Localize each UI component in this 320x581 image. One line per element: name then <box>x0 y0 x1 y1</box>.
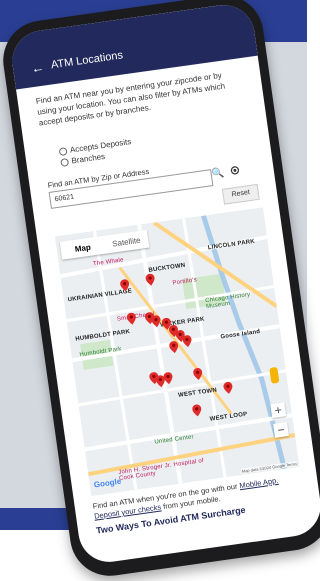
radio-icon[interactable] <box>58 146 68 156</box>
atm-pin-icon[interactable] <box>163 372 174 385</box>
filter-label: Branches <box>70 151 106 166</box>
atm-pin-icon[interactable] <box>151 315 162 328</box>
map-view[interactable]: Map Satellite The Whale BUCKTOWN LINCOLN… <box>54 207 300 497</box>
atm-pin-icon[interactable] <box>169 340 180 354</box>
page-title: ATM Locations <box>50 49 124 72</box>
search-icon[interactable]: 🔍 <box>211 167 225 180</box>
mobile-app-link[interactable]: Mobile App. <box>239 476 279 490</box>
reset-button[interactable]: Reset <box>221 183 260 205</box>
atm-pin-icon[interactable] <box>223 381 234 394</box>
arrow-left-icon[interactable]: ← <box>30 59 45 76</box>
atm-pin-icon[interactable] <box>126 312 137 325</box>
atm-pin-icon[interactable] <box>145 273 156 286</box>
atm-pin-icon[interactable] <box>193 367 204 380</box>
atm-pin-icon[interactable] <box>120 279 131 292</box>
atm-pin-icon[interactable] <box>192 404 203 417</box>
atm-pin-icon[interactable] <box>182 335 193 348</box>
crosshair-icon[interactable] <box>228 163 242 177</box>
radio-icon[interactable] <box>60 157 70 167</box>
zoom-in-button[interactable]: + <box>270 402 287 419</box>
zoom-out-button[interactable]: − <box>273 422 289 438</box>
